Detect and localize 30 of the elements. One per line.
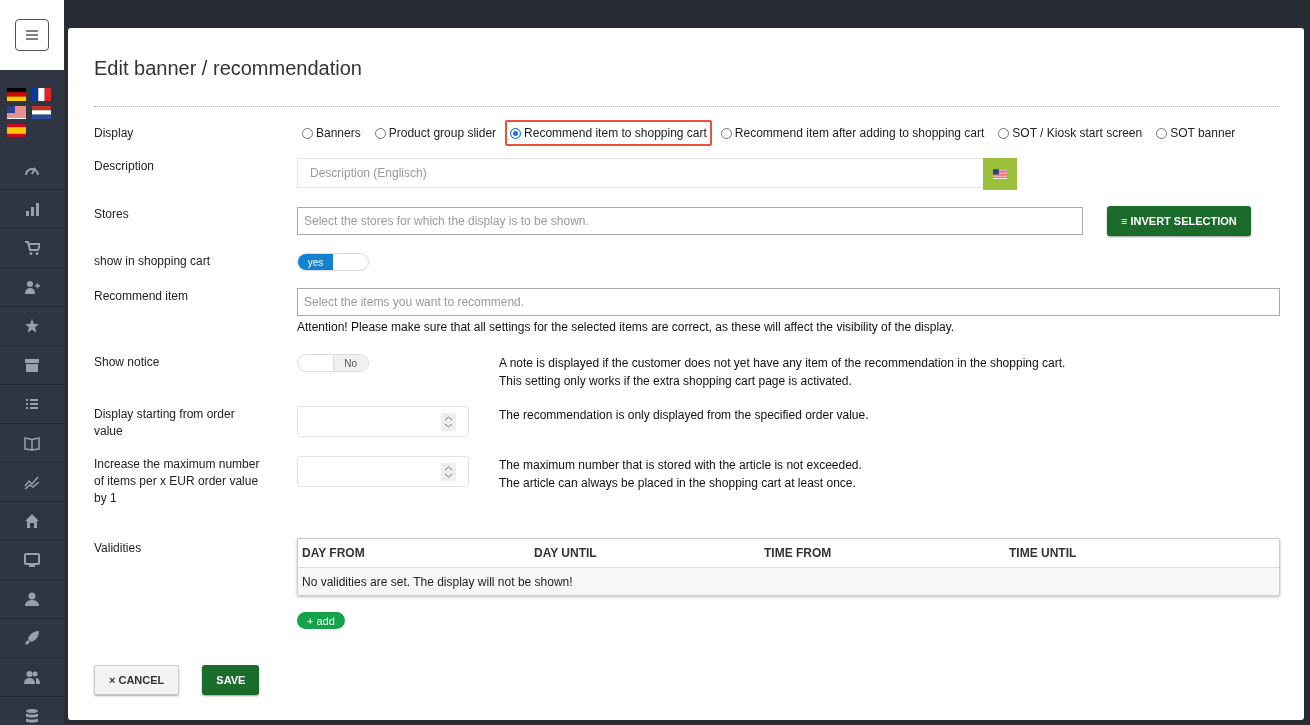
cancel-button[interactable]: × CANCEL: [94, 665, 180, 695]
field-label: Display starting from order value: [94, 406, 236, 440]
field-label: show in shopping cart: [94, 253, 212, 270]
column-header: DAY UNTIL: [534, 546, 598, 560]
field-label: Validities: [94, 540, 143, 557]
field-label: Increase the maximum number of items per x EUR order value by 1: [94, 456, 261, 507]
field-label: Stores: [94, 206, 130, 223]
invert-selection-button[interactable]: ≡ INVERT SELECTION: [1107, 206, 1251, 236]
radio-option[interactable]: Recommend item after adding to shopping cart: [715, 120, 990, 146]
toggle-switch[interactable]: No: [297, 354, 369, 372]
field-label: Display: [94, 125, 135, 142]
field-label: Show notice: [94, 354, 161, 371]
field-label: Recommend item: [94, 288, 190, 305]
help-text: The recommendation is only displayed from the specified order value.: [499, 407, 869, 424]
help-text: A note is displayed if the customer does not yet have any item of the recommendation in the shopping cart. This setting only works if the extra shopping cart page is activated.: [499, 355, 1066, 390]
radio-option[interactable]: Product group slider: [369, 120, 502, 146]
attention-note: Attention! Please make sure that all settings for the selected items are correct, as these will affect the visibility of the display.: [297, 320, 956, 334]
column-header: DAY FROM: [302, 546, 366, 560]
radio-option[interactable]: Banners: [297, 120, 366, 146]
dialog-title: Edit banner / recommendation: [94, 28, 1280, 107]
radio-option[interactable]: SOT / Kiosk start screen: [993, 120, 1148, 146]
help-text: The maximum number that is stored with the article is not exceeded. The article can always be placed in the shopping cart at least once.: [499, 457, 862, 492]
column-header: TIME FROM: [764, 546, 833, 560]
field-label: Description: [94, 158, 156, 175]
radio-option[interactable]: SOT banner: [1151, 120, 1241, 146]
save-button[interactable]: SAVE: [202, 665, 260, 695]
radio-option[interactable]: Recommend item to shopping cart: [505, 120, 712, 146]
empty-message: No validities are set. The display will not be shown!: [298, 568, 1279, 595]
toggle-switch[interactable]: yes: [297, 253, 369, 271]
column-header: TIME UNTIL: [1009, 546, 1078, 560]
